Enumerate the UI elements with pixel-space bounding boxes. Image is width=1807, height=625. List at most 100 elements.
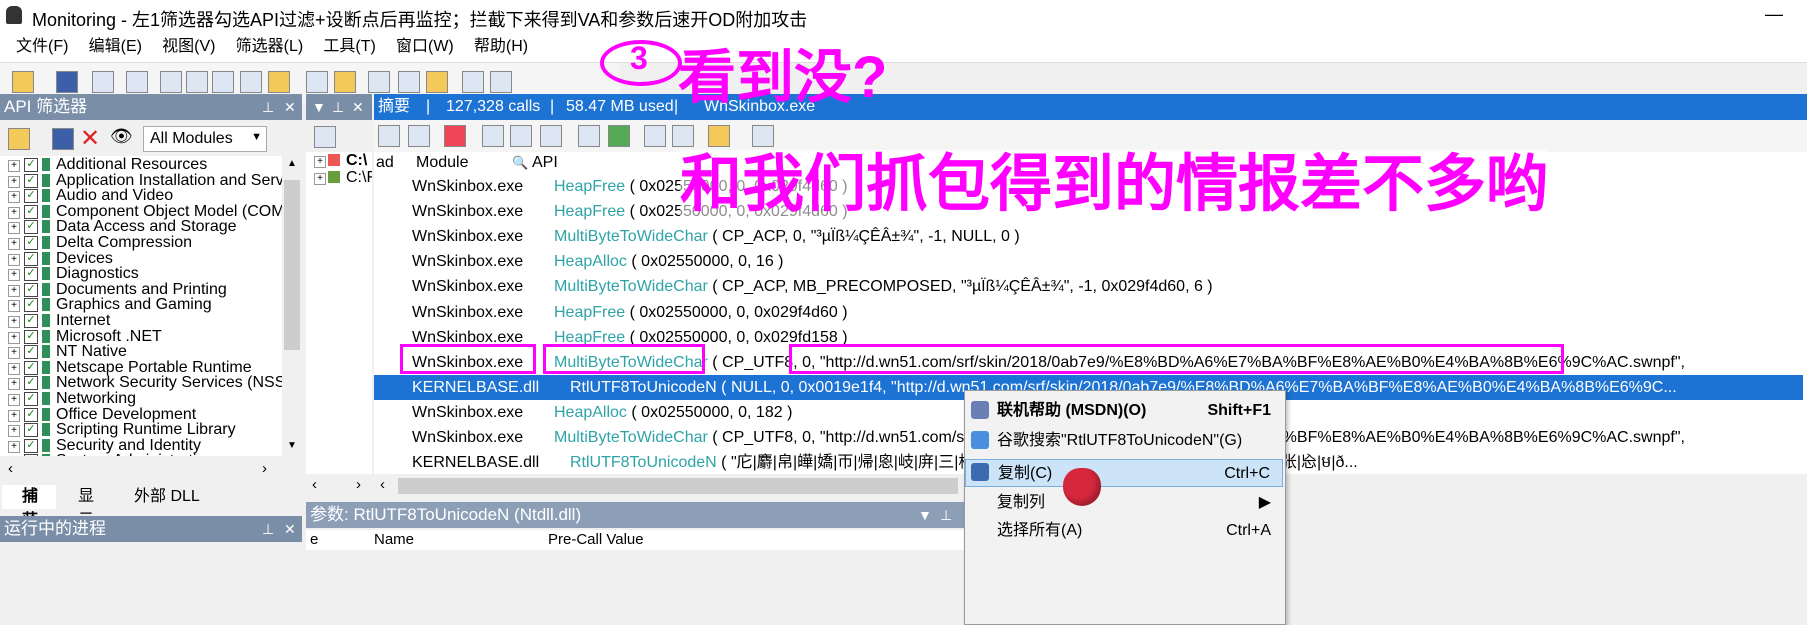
col-api[interactable]: API	[532, 152, 558, 174]
tools-icon[interactable]	[398, 71, 420, 93]
expand-icon[interactable]: +	[8, 394, 20, 406]
scroll-down-icon[interactable]: ▼	[287, 440, 297, 451]
expand-icon[interactable]: +	[8, 440, 20, 453]
checkbox[interactable]: ✓	[24, 360, 38, 375]
menu-help[interactable]: 帮助(H)	[474, 32, 528, 62]
users-icon[interactable]	[334, 71, 356, 93]
go-icon[interactable]	[378, 125, 400, 147]
scroll-right-icon[interactable]: ›	[262, 460, 267, 477]
context-menu-item[interactable]: 选择所有(A) Ctrl+A	[965, 517, 1283, 545]
menu-window[interactable]: 窗口(W)	[396, 32, 454, 62]
scroll-up-icon[interactable]: ▲	[287, 158, 297, 169]
checkbox[interactable]: ✓	[24, 158, 38, 172]
tab-display[interactable]: 显示	[58, 485, 112, 529]
checkbox[interactable]: ✓	[24, 267, 38, 282]
pin-icon[interactable]: ⊥	[262, 94, 274, 120]
braces-icon[interactable]	[126, 71, 148, 93]
expand-icon[interactable]: +	[314, 173, 326, 185]
dropdown-icon[interactable]: ▼	[918, 502, 932, 528]
table-row[interactable]: WnSkinbox.exe MultiByteToWideChar ( CP_AC…	[374, 224, 1803, 249]
colors-icon[interactable]	[444, 125, 466, 147]
pin-icon[interactable]: ⊥	[332, 94, 344, 120]
context-menu-item[interactable]: 联机帮助 (MSDN)(O) Shift+F1	[965, 397, 1283, 425]
checkbox[interactable]: ✓	[24, 251, 38, 266]
checkbox[interactable]: ✓	[24, 392, 38, 406]
checkbox[interactable]: ✓	[24, 236, 38, 250]
scroll-right-icon[interactable]: ›	[356, 476, 361, 493]
checkbox[interactable]: ✓	[24, 423, 38, 438]
expand-icon[interactable]: +	[8, 425, 20, 438]
book-icon[interactable]	[462, 71, 484, 93]
module-select[interactable]: All Modules ▼	[143, 126, 267, 152]
expand-icon[interactable]: +	[8, 316, 20, 328]
checkbox[interactable]: ✓	[24, 189, 38, 204]
api-tree-scrollbar[interactable]: ▲ ▼	[282, 156, 302, 456]
expand-icon[interactable]: +	[314, 156, 326, 168]
expand-icon[interactable]: +	[8, 362, 20, 375]
window-icon[interactable]	[212, 71, 234, 93]
expand-icon[interactable]: +	[8, 269, 20, 282]
copy-icon[interactable]	[92, 71, 114, 93]
download-icon[interactable]	[608, 125, 630, 147]
checkbox[interactable]: ✓	[24, 329, 38, 344]
graph-icon[interactable]	[306, 71, 328, 93]
display-icon[interactable]	[368, 71, 390, 93]
api-tree-hscrollbar[interactable]: ‹ ›	[0, 458, 302, 482]
context-menu-item[interactable]: 复制列 ▶	[965, 489, 1283, 517]
checkbox[interactable]: ✓	[24, 314, 38, 328]
expand-icon[interactable]: +	[8, 378, 20, 391]
expand-icon[interactable]: +	[8, 191, 20, 204]
menu-view[interactable]: 视图(V)	[162, 32, 215, 62]
table-row[interactable]: WnSkinbox.exe HeapFree ( 0x02550000, 0, 0…	[374, 300, 1803, 325]
dropdown-icon[interactable]: ▼	[312, 94, 326, 120]
scroll-thumb[interactable]	[398, 478, 958, 494]
context-menu-item[interactable]: 谷歌搜索"RtlUTF8ToUnicodeN"(G)	[965, 427, 1283, 455]
checkbox[interactable]: ✓	[24, 173, 38, 188]
hand-icon[interactable]	[708, 125, 730, 147]
col-address[interactable]: ad	[376, 152, 394, 174]
checkbox[interactable]: ✓	[24, 376, 38, 391]
col-module[interactable]: Module	[416, 152, 468, 174]
pin-icon[interactable]: ⊥	[262, 516, 274, 542]
scroll-left-icon[interactable]: ‹	[312, 476, 317, 493]
col-index[interactable]: e	[310, 530, 318, 550]
open-icon[interactable]	[12, 71, 34, 93]
expand-icon[interactable]: +	[8, 300, 20, 313]
pin-icon[interactable]: ⊥	[940, 502, 952, 528]
context-menu-item[interactable]: 复制(C) Ctrl+C	[965, 459, 1283, 487]
tab-external-dll[interactable]: 外部 DLL	[114, 485, 224, 509]
expand-icon[interactable]: +	[8, 222, 20, 235]
expand-icon[interactable]: +	[8, 238, 20, 250]
checkbox[interactable]: ✓	[24, 298, 38, 313]
checkbox[interactable]: ✓	[24, 454, 38, 456]
search-icon[interactable]: 🔍	[512, 152, 528, 174]
save-filter-icon[interactable]	[52, 128, 74, 150]
expand-icon[interactable]: +	[8, 253, 20, 266]
checkbox[interactable]: ✓	[24, 220, 38, 235]
filter-view-icon[interactable]	[510, 125, 532, 147]
scroll-thumb[interactable]	[284, 180, 300, 350]
minimize-button[interactable]: —	[1765, 4, 1783, 25]
monitor-icon[interactable]	[186, 71, 208, 93]
col-pre-call-value[interactable]: Pre-Call Value	[548, 530, 644, 550]
open-filter-icon[interactable]	[8, 128, 30, 150]
expand-icon[interactable]: +	[8, 284, 20, 297]
expand-icon[interactable]: +	[8, 409, 20, 422]
save-icon[interactable]	[56, 71, 78, 93]
checkbox[interactable]: ✓	[24, 282, 38, 297]
api-icon[interactable]	[644, 125, 666, 147]
checkbox[interactable]: ✓	[24, 345, 38, 360]
expand-icon[interactable]: +	[8, 206, 20, 219]
clear-api-icon[interactable]	[672, 125, 694, 147]
shield-icon[interactable]	[426, 71, 448, 93]
checkbox[interactable]: ✓	[24, 407, 38, 422]
capture-icon[interactable]	[160, 71, 182, 93]
process-hscrollbar[interactable]: ‹ ›	[306, 474, 372, 498]
checkbox[interactable]: ✓	[24, 204, 38, 219]
menu-filter[interactable]: 筛选器(L)	[236, 32, 304, 62]
find-icon[interactable]	[408, 125, 430, 147]
menu-edit[interactable]: 编辑(E)	[89, 32, 142, 62]
table-row[interactable]: WnSkinbox.exe MultiByteToWideChar ( CP_AC…	[374, 274, 1803, 299]
checkbox[interactable]: ✓	[24, 438, 38, 453]
scroll-left-icon[interactable]: ‹	[8, 460, 13, 477]
